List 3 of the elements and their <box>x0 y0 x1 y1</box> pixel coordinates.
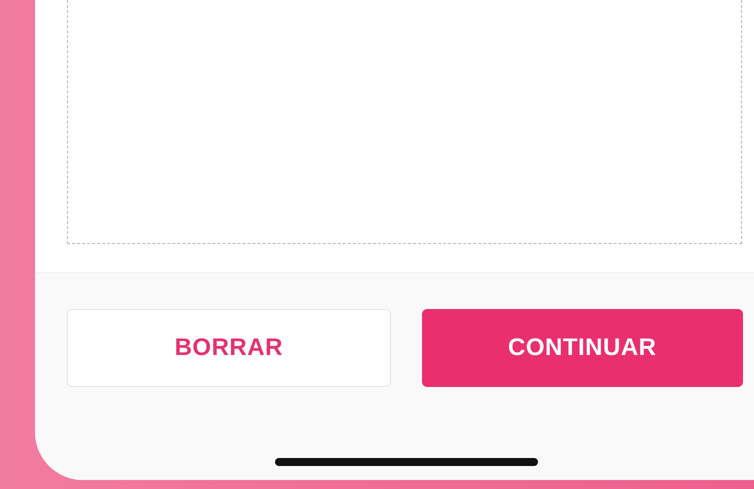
signature-area[interactable] <box>67 0 742 244</box>
clear-button[interactable]: BORRAR <box>67 309 390 387</box>
continue-button[interactable]: CONTINUAR <box>422 309 743 387</box>
